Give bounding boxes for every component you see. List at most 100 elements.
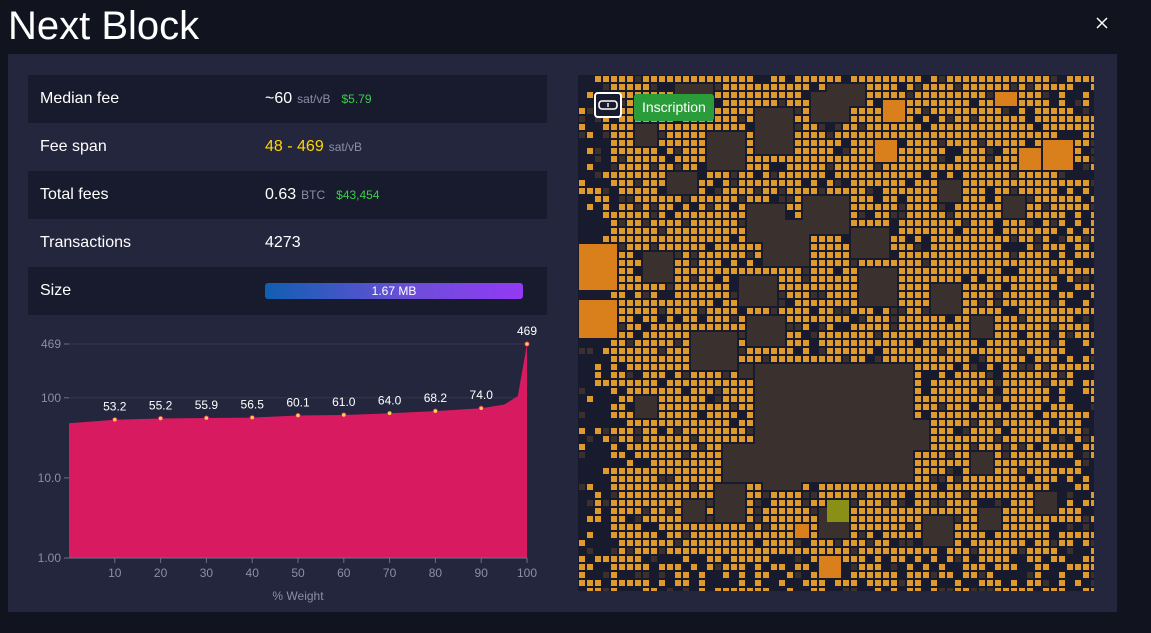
transaction-cell: [739, 340, 745, 346]
transaction-cell: [731, 532, 737, 538]
transaction-cell: [987, 236, 993, 242]
transaction-cell: [939, 428, 945, 434]
transaction-cell: [675, 356, 681, 362]
transaction-cell: [955, 316, 961, 322]
transaction-cell: [915, 244, 921, 250]
transaction-cell: [627, 284, 633, 290]
transaction-block: [755, 108, 793, 154]
transaction-cell: [1019, 260, 1025, 266]
transaction-cell: [899, 204, 905, 210]
transaction-cell: [715, 172, 721, 178]
transaction-cell: [843, 332, 849, 338]
transaction-cell: [763, 532, 769, 538]
transaction-cell: [611, 148, 617, 154]
transaction-cell: [891, 132, 897, 138]
transaction-cell: [611, 180, 617, 186]
transaction-cell: [667, 356, 673, 362]
transaction-cell: [1067, 404, 1073, 410]
transaction-cell: [651, 220, 657, 226]
y-tick-label: 10.0: [38, 471, 62, 485]
transaction-cell: [627, 204, 633, 210]
transaction-cell: [979, 580, 985, 586]
transaction-cell: [907, 228, 913, 234]
transaction-cell: [699, 420, 705, 426]
transaction-cell: [1027, 100, 1033, 106]
transaction-cell: [971, 572, 977, 578]
transaction-cell: [979, 420, 985, 426]
transaction-cell: [1059, 348, 1065, 354]
transaction-cell: [795, 492, 801, 498]
transaction-cell: [923, 548, 929, 554]
transaction-cell: [723, 244, 729, 250]
transaction-cell: [1003, 412, 1009, 418]
transaction-cell: [963, 508, 969, 514]
transaction-cell: [1051, 204, 1057, 210]
transaction-cell: [971, 308, 977, 314]
transaction-cell: [1011, 284, 1017, 290]
transaction-cell: [675, 140, 681, 146]
transaction-cell: [1027, 212, 1033, 218]
transaction-cell: [715, 588, 721, 591]
transaction-cell: [715, 468, 721, 474]
transaction-cell: [779, 348, 785, 354]
close-icon[interactable]: [1093, 14, 1111, 32]
transaction-cell: [627, 324, 633, 330]
transaction-cell: [1091, 140, 1094, 146]
transaction-cell: [739, 396, 745, 402]
transaction-cell: [987, 252, 993, 258]
transaction-cell: [811, 508, 817, 514]
data-point: [432, 408, 438, 414]
transaction-cell: [995, 124, 1001, 130]
transaction-cell: [659, 180, 665, 186]
transaction-cell: [1059, 404, 1065, 410]
transaction-cell: [995, 140, 1001, 146]
transaction-cell: [963, 100, 969, 106]
transaction-cell: [1043, 300, 1049, 306]
transaction-cell: [699, 324, 705, 330]
block-treemap[interactable]: [578, 75, 1094, 591]
transaction-cell: [699, 484, 705, 490]
transaction-cell: [931, 468, 937, 474]
transaction-cell: [859, 116, 865, 122]
transaction-cell: [739, 404, 745, 410]
transaction-cell: [987, 476, 993, 482]
transaction-cell: [643, 468, 649, 474]
block-visualization[interactable]: Inscription: [578, 75, 1094, 591]
transaction-cell: [659, 364, 665, 370]
transaction-cell: [851, 276, 857, 282]
transaction-cell: [1075, 412, 1081, 418]
transaction-cell: [651, 156, 657, 162]
transaction-cell: [899, 292, 905, 298]
transaction-cell: [835, 76, 841, 82]
transaction-cell: [923, 268, 929, 274]
transaction-cell: [707, 236, 713, 242]
transaction-cell: [1027, 180, 1033, 186]
transaction-cell: [819, 308, 825, 314]
transaction-cell: [659, 524, 665, 530]
transaction-cell: [907, 564, 913, 570]
transaction-cell: [899, 220, 905, 226]
transaction-cell: [643, 476, 649, 482]
goggles-icon[interactable]: [594, 92, 622, 118]
transaction-cell: [899, 260, 905, 266]
transaction-cell: [931, 396, 937, 402]
transaction-cell: [659, 548, 665, 554]
transaction-cell: [691, 436, 697, 442]
transaction-cell: [707, 204, 713, 210]
transaction-cell: [883, 492, 889, 498]
transaction-cell: [1059, 452, 1065, 458]
transaction-cell: [915, 276, 921, 282]
transaction-cell: [739, 356, 745, 362]
transaction-cell: [1011, 468, 1017, 474]
transaction-cell: [1019, 108, 1025, 114]
transaction-cell: [1027, 316, 1033, 322]
transaction-cell: [619, 332, 625, 338]
transaction-cell: [691, 548, 697, 554]
transaction-cell: [1019, 524, 1025, 530]
transaction-cell: [947, 252, 953, 258]
transaction-cell: [915, 292, 921, 298]
transaction-cell: [1083, 124, 1089, 130]
inscription-filter-badge[interactable]: Inscription: [634, 94, 714, 121]
transaction-cell: [875, 180, 881, 186]
transaction-cell: [683, 356, 689, 362]
